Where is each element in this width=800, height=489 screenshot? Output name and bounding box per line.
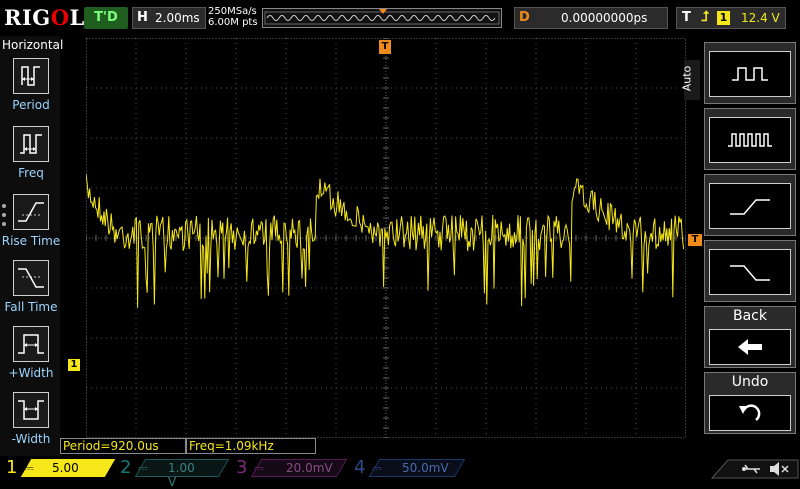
trigger-position-marker[interactable]: T [379, 40, 391, 54]
channel-1-offset-marker[interactable]: 1 [68, 359, 80, 371]
left-menu: Horizontal Period Freq Rise Time Fall Ti… [0, 36, 64, 456]
auto-narrow-pulse-button[interactable] [704, 108, 796, 170]
wide-pulse-icon [732, 67, 768, 81]
undo-icon [739, 404, 761, 421]
channel-1-trace [86, 173, 685, 308]
trigger-source: 1 [717, 11, 730, 25]
channel-3-coupling-icon: ⎓ [254, 461, 264, 475]
channel-2-scale: 1.00 V [168, 461, 195, 489]
timebase-box[interactable]: H 2.00ms [132, 7, 206, 29]
memory-depth: 6.00M pts [208, 17, 258, 28]
status-icons [708, 458, 800, 480]
back-button[interactable]: Back [704, 306, 796, 368]
negative-width-icon[interactable] [13, 392, 49, 428]
rise-time-label: Rise Time [1, 234, 61, 248]
channel-3-scale: 20.0mV [286, 461, 333, 475]
channel-4-coupling-icon: ⎓ [372, 461, 382, 475]
page-indicator-dots [2, 204, 8, 231]
back-arrow-icon [738, 339, 762, 355]
trigger-level-marker[interactable]: T [688, 234, 702, 246]
delay-box[interactable]: D 0.00000000ps [514, 7, 668, 29]
run-state-badge[interactable]: T'D [84, 7, 128, 29]
narrow-pulse-icon [728, 133, 772, 147]
waveform-display[interactable] [86, 38, 686, 438]
period-measurement: Period=920.0us [60, 438, 186, 454]
falling-edge-menu-icon [730, 265, 770, 281]
undo-label: Undo [731, 374, 769, 390]
acquisition-info: 250MSa/s 6.00M pts [208, 6, 258, 28]
horizontal-label: H [137, 10, 148, 25]
auto-tab-label: Auto [680, 65, 694, 92]
channel-1-waveform [86, 173, 685, 308]
undo-button[interactable]: Undo [704, 372, 796, 434]
trigger-label: T [682, 10, 691, 25]
fall-time-icon[interactable] [13, 260, 49, 296]
rising-edge-menu-icon [730, 199, 770, 215]
channel-1-coupling-icon: ⎓ [24, 461, 34, 475]
channel-1-scale: 5.00 V [52, 461, 79, 489]
period-label: Period [12, 98, 50, 112]
negative-width-label: -Width [11, 432, 51, 446]
channel-4-scale: 50.0mV [402, 461, 449, 475]
left-menu-title: Horizontal [2, 38, 64, 52]
channel-2-number: 2 [120, 457, 132, 478]
top-bar: RIGOL T'D H 2.00ms 250MSa/s 6.00M pts D … [0, 0, 800, 36]
rising-edge-icon: ⮥ [701, 9, 710, 25]
auto-wide-pulse-button[interactable] [704, 42, 796, 104]
channel-bar: 1 ⎓ 5.00 V 2 ⎓ 1.00 V 3 ⎓ 20.0mV 4 ⎓ 50.… [0, 456, 800, 489]
channel-2-coupling-icon: ⎓ [138, 461, 148, 475]
fall-time-label: Fall Time [4, 300, 58, 314]
channel-3-number: 3 [236, 457, 248, 478]
rise-time-icon[interactable] [13, 194, 49, 230]
period-icon[interactable] [13, 58, 49, 94]
auto-fall-button[interactable] [704, 240, 796, 302]
delay-value: 0.00000000ps [561, 11, 648, 25]
frequency-measurement: Freq=1.09kHz [186, 438, 316, 454]
auto-rise-button[interactable] [704, 174, 796, 236]
channel-1-number: 1 [6, 457, 18, 478]
memory-waveform-icon [264, 9, 500, 25]
timebase-value: 2.00ms [155, 11, 200, 25]
rigol-logo: RIGOL [4, 5, 85, 30]
channel-4-number: 4 [354, 457, 366, 478]
positive-width-label: +Width [8, 366, 54, 380]
logo-text: RIGOL [4, 5, 85, 30]
memory-position-strip[interactable] [262, 8, 502, 28]
trigger-box[interactable]: T ⮥ 1 12.4 V [676, 7, 786, 29]
delay-label: D [519, 10, 530, 25]
frequency-icon[interactable] [13, 126, 49, 162]
back-label: Back [733, 308, 767, 324]
auto-tab[interactable]: Auto [680, 60, 700, 100]
sample-rate: 250MSa/s [208, 6, 257, 17]
freq-label: Freq [18, 166, 44, 180]
positive-width-icon[interactable] [13, 326, 49, 362]
trigger-level: 12.4 V [741, 11, 780, 25]
